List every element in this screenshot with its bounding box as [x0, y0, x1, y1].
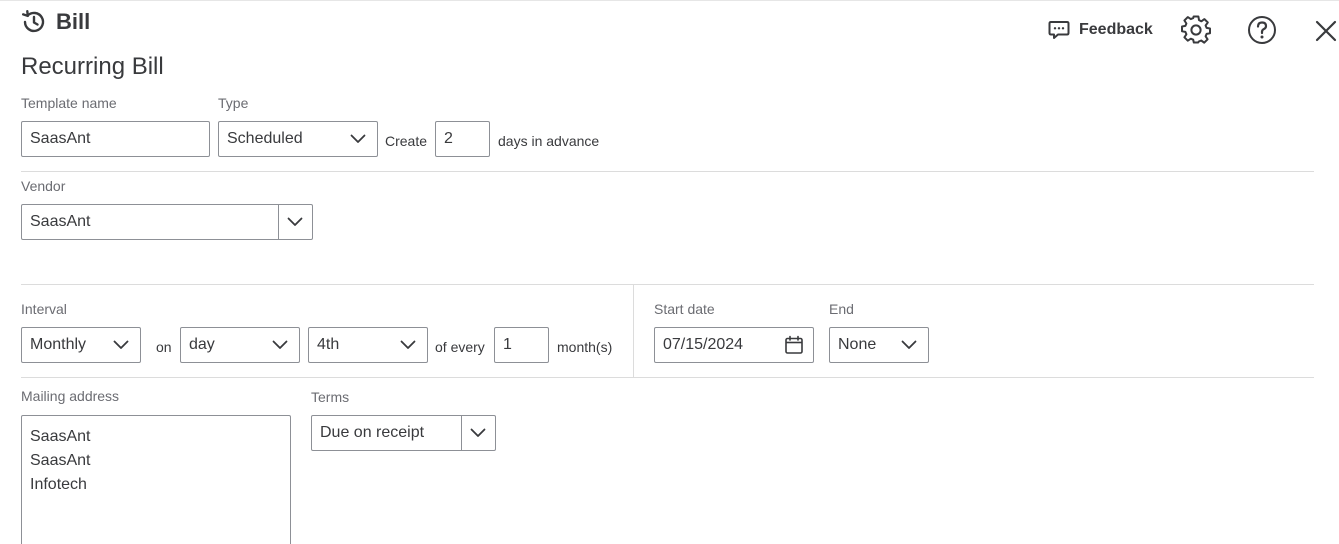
address-line: SaasAnt: [30, 452, 91, 469]
chevron-down-icon: [461, 416, 495, 450]
chevron-down-icon: [341, 122, 375, 156]
gear-icon: [1181, 15, 1211, 45]
column-divider: [633, 285, 634, 378]
vendor-label: Vendor: [21, 178, 66, 194]
mailing-address-label: Mailing address: [21, 388, 120, 404]
close-icon: [1314, 19, 1338, 43]
interval-unit-label: month(s): [557, 339, 613, 355]
help-button[interactable]: [1246, 14, 1278, 46]
recurring-bill-panel: Bill Feedback Recurring Bill Template na…: [0, 0, 1339, 544]
page-title: Bill: [56, 9, 91, 34]
start-date-input[interactable]: 07/15/2024: [654, 327, 814, 363]
interval-on-label: on: [156, 339, 172, 355]
vendor-select[interactable]: SaasAnt: [21, 204, 313, 240]
interval-frequency-select[interactable]: Monthly: [21, 327, 141, 363]
address-line: SaasAnt: [30, 428, 91, 445]
type-label: Type: [218, 95, 249, 111]
chevron-down-icon: [278, 205, 312, 239]
days-in-advance-input[interactable]: 2: [435, 121, 490, 157]
interval-label: Interval: [21, 301, 67, 317]
section-divider: [21, 284, 1314, 285]
form-heading: Recurring Bill: [21, 53, 164, 80]
create-prefix-label: Create: [385, 133, 428, 149]
history-icon: [19, 8, 47, 36]
section-divider: [21, 377, 1314, 378]
address-line: Infotech: [30, 476, 87, 493]
feedback-label: Feedback: [1079, 21, 1153, 38]
end-select[interactable]: None: [829, 327, 929, 363]
section-divider: [21, 171, 1314, 172]
start-date-label: Start date: [654, 301, 715, 317]
settings-button[interactable]: [1180, 14, 1212, 46]
interval-day-type-select[interactable]: day: [180, 327, 300, 363]
chevron-down-icon: [391, 328, 425, 362]
interval-every-input[interactable]: 1: [494, 327, 549, 363]
terms-select[interactable]: Due on receipt: [311, 415, 496, 451]
chevron-down-icon: [104, 328, 138, 362]
help-icon: [1247, 15, 1277, 45]
chevron-down-icon: [892, 328, 926, 362]
end-label: End: [829, 301, 854, 317]
interval-day-value-select[interactable]: 4th: [308, 327, 428, 363]
feedback-button[interactable]: Feedback: [1047, 18, 1153, 42]
chat-bubble-icon: [1047, 18, 1071, 42]
interval-of-every-label: of every: [435, 339, 485, 355]
template-name-input[interactable]: SaasAnt: [21, 121, 210, 157]
template-name-label: Template name: [21, 95, 117, 111]
type-select[interactable]: Scheduled: [218, 121, 378, 157]
terms-label: Terms: [311, 389, 350, 405]
create-suffix-label: days in advance: [498, 133, 600, 149]
chevron-down-icon: [263, 328, 297, 362]
close-button[interactable]: [1312, 17, 1339, 44]
calendar-icon[interactable]: [777, 328, 811, 362]
mailing-address-textarea[interactable]: SaasAnt SaasAnt Infotech: [21, 415, 291, 544]
